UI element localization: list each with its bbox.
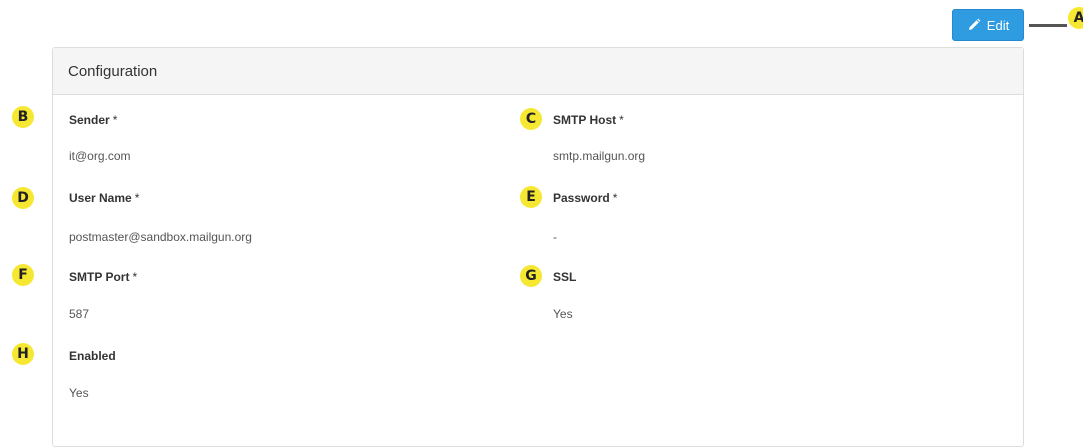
required-mark: * (134, 191, 140, 205)
password-label-text: Password (553, 191, 610, 205)
marker-g: G (520, 265, 542, 287)
enabled-label: Enabled (69, 349, 116, 363)
ssl-label: SSL (553, 270, 576, 284)
sender-label-text: Sender (69, 113, 110, 127)
configuration-panel: Configuration Sender * it@org.com User Na… (52, 47, 1024, 447)
pencil-icon (968, 18, 981, 30)
panel-heading: Configuration (53, 48, 1023, 95)
marker-h: H (12, 343, 34, 365)
required-mark: * (112, 113, 118, 127)
smtp-host-value: smtp.mailgun.org (553, 149, 646, 163)
edit-button[interactable]: Edit (952, 9, 1024, 41)
enabled-value: Yes (69, 386, 89, 400)
marker-d: D (12, 187, 34, 209)
smtp-port-label-text: SMTP Port (69, 270, 130, 284)
ssl-value: Yes (553, 307, 573, 321)
smtp-host-label-text: SMTP Host (553, 113, 617, 127)
password-label: Password * (553, 191, 617, 205)
marker-c: C (520, 108, 542, 130)
sender-label: Sender * (69, 113, 117, 127)
panel-title: Configuration (68, 62, 158, 80)
password-value: - (553, 230, 557, 244)
marker-e: E (520, 186, 542, 208)
ssl-label-text: SSL (553, 270, 577, 284)
smtp-port-label: SMTP Port * (69, 270, 137, 284)
smtp-port-value: 587 (69, 307, 90, 321)
user-name-label-text: User Name (69, 191, 132, 205)
user-name-label: User Name * (69, 191, 139, 205)
marker-f: F (12, 264, 34, 286)
sender-value: it@org.com (69, 149, 131, 163)
smtp-host-label: SMTP Host * (553, 113, 624, 127)
required-mark: * (612, 191, 618, 205)
marker-a: A (1068, 7, 1083, 29)
required-mark: * (619, 113, 624, 127)
marker-b: B (12, 106, 34, 128)
required-mark: * (132, 270, 138, 284)
edit-button-label: Edit (986, 17, 1010, 33)
callout-line-a (1029, 24, 1067, 27)
enabled-label-text: Enabled (69, 349, 116, 363)
user-name-value: postmaster@sandbox.mailgun.org (69, 230, 252, 244)
